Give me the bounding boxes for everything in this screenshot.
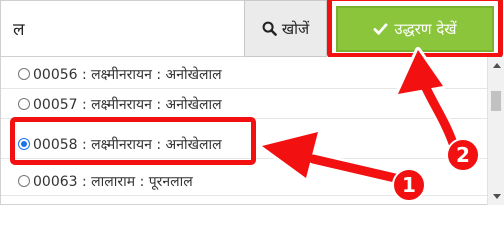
radio-button[interactable] [18, 68, 30, 80]
step-2-badge: 2 [446, 138, 480, 172]
search-query-text: ल [13, 20, 25, 40]
radio-button[interactable] [18, 175, 30, 187]
list-item-label: 00063 : लालाराम : पूरनलाल [33, 173, 193, 190]
list-item-label: 00058 : लक्ष्मीनरायन : अनोखेलाल [33, 136, 222, 153]
step-2-number: 2 [456, 143, 470, 167]
check-icon [373, 22, 388, 35]
step-1-number: 1 [402, 173, 416, 197]
search-icon [262, 21, 277, 36]
view-citation-button-label: उद्धरण देखें [394, 20, 457, 38]
results-list: 00056 : लक्ष्मीनरायन : अनोखेलाल 00057 : … [0, 57, 504, 205]
list-item[interactable]: 00057 : लक्ष्मीनरायन : अनोखेलाल [1, 90, 488, 119]
radio-button-selected[interactable] [18, 138, 30, 150]
list-item[interactable]: 00056 : लक्ष्मीनरायन : अनोखेलाल [1, 60, 488, 89]
search-input[interactable]: ल [0, 0, 244, 57]
step-1-badge: 1 [392, 168, 426, 202]
search-button[interactable]: खोजें [244, 0, 327, 57]
list-item-label: 00056 : लक्ष्मीनरायन : अनोखेलाल [33, 66, 222, 83]
search-button-label: खोजें [281, 19, 310, 38]
radio-button[interactable] [18, 98, 30, 110]
scrollbar[interactable] [487, 57, 504, 205]
scrollbar-thumb[interactable] [491, 91, 501, 111]
list-item-selected[interactable]: 00058 : लक्ष्मीनरायन : अनोखेलाल [1, 130, 488, 159]
scroll-up-arrow-icon[interactable] [493, 63, 501, 68]
view-citation-button[interactable]: उद्धरण देखें [336, 6, 494, 52]
scroll-down-arrow-icon[interactable] [493, 194, 501, 199]
list-item-label: 00057 : लक्ष्मीनरायन : अनोखेलाल [33, 96, 222, 113]
